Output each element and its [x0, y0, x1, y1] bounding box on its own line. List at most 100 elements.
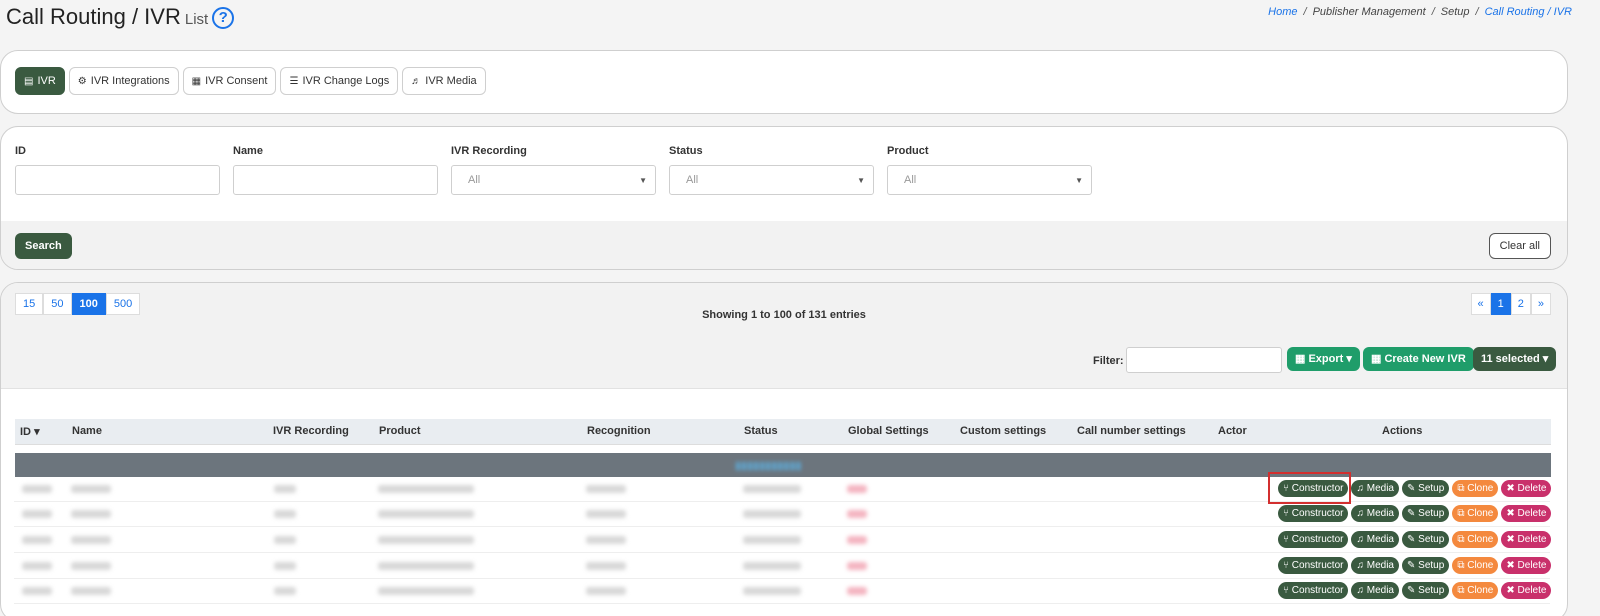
media-button[interactable]: ♫ Media — [1351, 582, 1399, 599]
page-1[interactable]: 1 — [1490, 293, 1511, 315]
table-row: ⑂ Constructor ♫ Media ✎ Setup ⧉ Clone ✖ Dele… — [14, 579, 1552, 604]
tab-ivr-consent[interactable]: ▦ IVR Consent — [182, 67, 277, 95]
ivr-recording-value: All — [468, 174, 481, 186]
file-icon: ▦ — [1295, 353, 1309, 365]
media-button[interactable]: ♫ Media — [1351, 480, 1399, 497]
pagination: « 1 2 » — [1470, 293, 1551, 315]
id-input[interactable] — [15, 165, 220, 195]
clone-button[interactable]: ⧉ Clone — [1452, 531, 1499, 548]
delete-button[interactable]: ✖ Delete — [1501, 531, 1552, 548]
redacted-cell — [378, 510, 474, 518]
name-input[interactable] — [233, 165, 438, 195]
setup-button[interactable]: ✎ Setup — [1402, 480, 1450, 497]
help-icon[interactable]: ? — [212, 7, 235, 29]
tab-label: IVR — [37, 75, 56, 87]
delete-button[interactable]: ✖ Delete — [1501, 480, 1552, 497]
media-button[interactable]: ♫ Media — [1351, 557, 1399, 574]
copy-icon: ⧉ — [1457, 534, 1468, 545]
column-header-custom-settings[interactable]: Custom settings — [960, 425, 1046, 437]
redacted-cell — [71, 485, 111, 493]
constructor-button[interactable]: ⑂ Constructor — [1278, 505, 1349, 522]
constructor-button[interactable]: ⑂ Constructor — [1278, 557, 1349, 574]
search-button[interactable]: Search — [15, 233, 72, 259]
column-header-global-settings[interactable]: Global Settings — [848, 425, 929, 437]
constructor-button[interactable]: ⑂ Constructor — [1278, 531, 1349, 548]
action-label: Clone — [1467, 483, 1494, 494]
clone-button[interactable]: ⧉ Clone — [1452, 505, 1499, 522]
constructor-button[interactable]: ⑂ Constructor — [1278, 582, 1349, 599]
sort-desc-icon: ▾ — [34, 426, 40, 438]
caret-down-icon: ▾ — [1539, 353, 1549, 365]
volume-icon: ♫ — [1356, 508, 1367, 519]
clone-button[interactable]: ⧉ Clone — [1452, 582, 1499, 599]
showing-entries: Showing 1 to 100 of 131 entries — [702, 309, 866, 321]
create-new-ivr-button[interactable]: ▦ Create New IVR — [1363, 347, 1474, 371]
breadcrumb-home[interactable]: Home — [1268, 6, 1297, 18]
selected-columns-button[interactable]: 11 selected ▾ — [1473, 347, 1557, 371]
filter-footer: Search Clear all — [1, 221, 1567, 269]
breadcrumb-separator: / — [1431, 6, 1435, 18]
filter-row: ID Name IVR Recording All ▼ Status All ▼ P… — [15, 145, 1092, 195]
constructor-highlight-box — [1268, 472, 1351, 504]
redacted-cell — [743, 536, 801, 544]
page-next[interactable]: » — [1530, 293, 1551, 315]
edit-icon: ✎ — [1407, 585, 1419, 596]
redacted-cell — [22, 587, 52, 595]
redacted-cell — [847, 587, 867, 595]
filter-label: Filter: — [1093, 355, 1124, 367]
setup-button[interactable]: ✎ Setup — [1402, 505, 1450, 522]
delete-button[interactable]: ✖ Delete — [1501, 557, 1552, 574]
clone-button[interactable]: ⧉ Clone — [1452, 557, 1499, 574]
clear-all-button[interactable]: Clear all — [1488, 233, 1551, 259]
tab-ivr-media[interactable]: ♬ IVR Media — [402, 67, 486, 95]
action-label: Delete — [1517, 560, 1547, 571]
page-prev[interactable]: « — [1470, 293, 1491, 315]
export-button[interactable]: ▦ Export ▾ — [1287, 347, 1360, 371]
status-select[interactable]: All ▼ — [669, 165, 874, 195]
tab-ivr-integrations[interactable]: ⚙ IVR Integrations — [68, 67, 179, 95]
action-label: Setup — [1418, 560, 1445, 571]
action-label: Constructor — [1291, 534, 1344, 545]
column-header-id[interactable]: ID ▾ — [20, 425, 40, 438]
column-header-name[interactable]: Name — [72, 425, 102, 437]
filter-product: Product All ▼ — [887, 145, 1092, 195]
column-header-ivr-recording[interactable]: IVR Recording — [273, 425, 349, 437]
action-label: Media — [1366, 534, 1394, 545]
media-button[interactable]: ♫ Media — [1351, 505, 1399, 522]
tab-ivr-change-logs[interactable]: ☰ IVR Change Logs — [280, 67, 399, 95]
ivr-recording-select[interactable]: All ▼ — [451, 165, 656, 195]
action-label: Media — [1366, 585, 1394, 596]
edit-icon: ✎ — [1407, 560, 1419, 571]
row-actions: ⑂ Constructor ♫ Media ✎ Setup ⧉ Clone ✖ Dele… — [1278, 582, 1552, 599]
action-label: Media — [1366, 508, 1394, 519]
redacted-cell — [71, 510, 111, 518]
media-button[interactable]: ♫ Media — [1351, 531, 1399, 548]
setup-button[interactable]: ✎ Setup — [1402, 531, 1450, 548]
column-header-status[interactable]: Status — [744, 425, 778, 437]
delete-button[interactable]: ✖ Delete — [1501, 505, 1552, 522]
column-header-call-number-settings[interactable]: Call number settings — [1077, 425, 1186, 437]
redacted-cell — [274, 485, 296, 493]
tab-bar: ▤ IVR ⚙ IVR Integrations ▦ IVR Consent ☰ IVR… — [15, 67, 486, 95]
delete-button[interactable]: ✖ Delete — [1501, 582, 1552, 599]
redacted-cell — [847, 510, 867, 518]
cogs-icon: ⚙ — [77, 75, 87, 87]
table-row: ⑂ Constructor ♫ Media ✎ Setup ⧉ Clone ✖ Dele… — [14, 528, 1552, 553]
column-header-recognition[interactable]: Recognition — [587, 425, 651, 437]
setup-button[interactable]: ✎ Setup — [1402, 582, 1450, 599]
action-label: Clone — [1467, 585, 1494, 596]
column-header-product[interactable]: Product — [379, 425, 421, 437]
product-select[interactable]: All ▼ — [887, 165, 1092, 195]
page-2[interactable]: 2 — [1510, 293, 1531, 315]
chevron-down-icon: ▼ — [1075, 176, 1083, 185]
tab-label: IVR Media — [425, 75, 477, 87]
tab-ivr[interactable]: ▤ IVR — [15, 67, 65, 95]
column-header-actor[interactable]: Actor — [1218, 425, 1247, 437]
clone-button[interactable]: ⧉ Clone — [1452, 480, 1499, 497]
filter-product-label: Product — [887, 145, 929, 157]
setup-button[interactable]: ✎ Setup — [1402, 557, 1450, 574]
action-label: Constructor — [1291, 508, 1344, 519]
filter-input[interactable] — [1126, 347, 1282, 373]
action-label: Media — [1366, 560, 1394, 571]
breadcrumb-current[interactable]: Call Routing / IVR — [1485, 6, 1572, 18]
